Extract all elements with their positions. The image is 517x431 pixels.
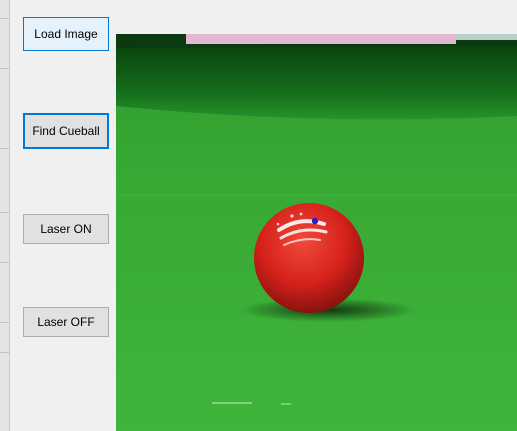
laser-on-button[interactable]: Laser ON: [23, 214, 109, 244]
panel-divider: [0, 18, 10, 19]
panel-divider: [0, 352, 10, 353]
cueball-marker: [311, 217, 319, 225]
panel-divider: [0, 148, 10, 149]
left-panel-edge: [0, 0, 10, 431]
panel-divider: [0, 68, 10, 69]
snooker-photo: [116, 34, 517, 431]
panel-divider: [0, 262, 10, 263]
laser-off-button[interactable]: Laser OFF: [23, 307, 109, 337]
panel-divider: [0, 322, 10, 323]
find-cueball-button[interactable]: Find Cueball: [23, 113, 109, 149]
load-image-button[interactable]: Load Image: [23, 17, 109, 51]
panel-divider: [0, 212, 10, 213]
image-view: [116, 34, 517, 431]
